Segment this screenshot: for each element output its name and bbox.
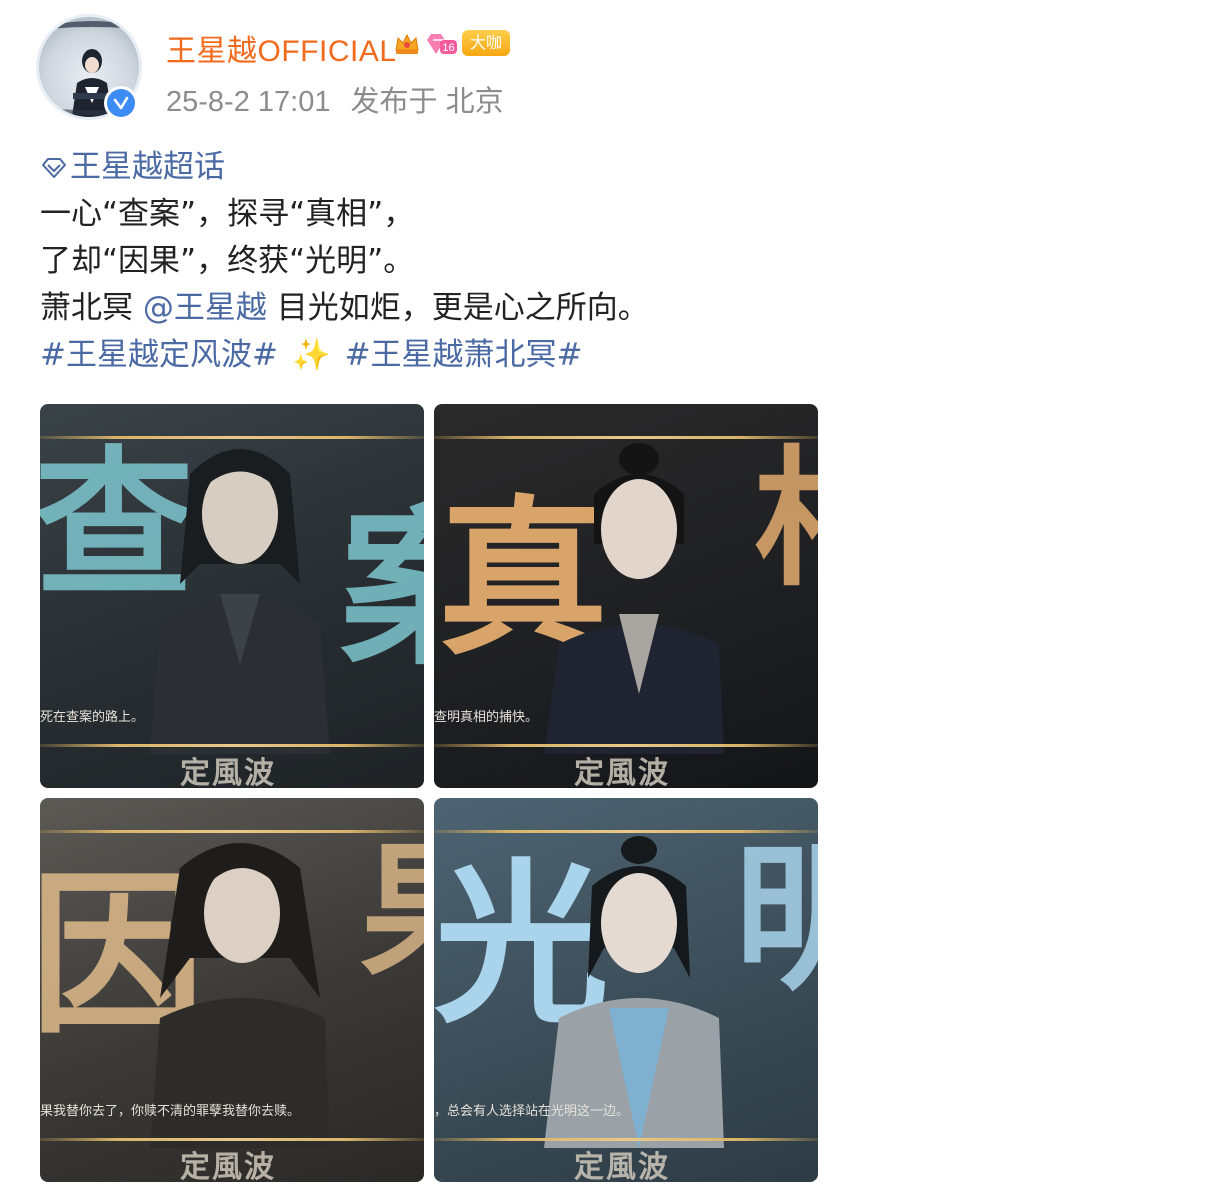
post-timestamp: 25-8-2 17:01: [166, 86, 331, 118]
post-image-4[interactable]: 光 明 ，总会有人选择站在光明这一边。 定風波: [434, 798, 818, 1182]
author-badges: 16 大咖: [392, 28, 511, 58]
text-line-2: 了却“因果”，终获“光明”。: [40, 243, 415, 279]
image-big-char: 相: [754, 444, 818, 594]
image-big-char: 明: [734, 824, 818, 1012]
post-location: 发布于 北京: [350, 86, 504, 118]
post-image-3[interactable]: 因 果 果我替你去了，你赎不清的罪孽我替你去赎。 定風波: [40, 798, 424, 1182]
hashtag-link-1[interactable]: #王星越定风波#: [40, 337, 278, 373]
image-big-char: 案: [340, 504, 424, 674]
verified-icon: [104, 86, 138, 120]
image-frame-line: [434, 1138, 818, 1141]
topic-label: 王星越超话: [70, 149, 225, 185]
drama-logo: 定風波: [574, 756, 670, 788]
avatar-arc-decoration: [47, 21, 137, 41]
hashtag-line: #王星越定风波# ✨ #王星越萧北冥#: [40, 332, 649, 379]
image-frame-line: [434, 744, 818, 747]
crown-icon[interactable]: [392, 28, 422, 58]
level-badge-icon[interactable]: 16: [426, 28, 458, 58]
person-silhouette: [544, 443, 724, 754]
post-image-2[interactable]: 真 相 查明真相的捕快。 定風波: [434, 404, 818, 788]
post-meta: 25-8-2 17:01 发布于 北京: [166, 78, 504, 120]
drama-logo: 定風波: [574, 1150, 670, 1182]
author-name[interactable]: 王星越OFFICIAL: [166, 26, 397, 70]
image-big-char: 果: [360, 838, 424, 988]
drama-logo: 定風波: [180, 1150, 276, 1182]
image-caption: 果我替你去了，你赎不清的罪孽我替你去赎。: [40, 1104, 301, 1119]
image-frame-line: [40, 1138, 424, 1141]
topic-line: 王星越超话: [40, 144, 649, 191]
text-line-3-prefix: 萧北冥: [40, 290, 133, 326]
image-frame-line: [40, 744, 424, 747]
sparkles-icon: ✨: [291, 337, 331, 373]
text-line-1: 一心“查案”，探寻“真相”，: [40, 196, 415, 232]
text-line-3-suffix: 目光如炬，更是心之所向。: [276, 290, 649, 326]
hashtag-link-2[interactable]: #王星越萧北冥#: [345, 337, 583, 373]
image-caption: 死在查案的路上。: [40, 710, 145, 725]
image-caption: ，总会有人选择站在光明这一边。: [434, 1104, 630, 1119]
mention-link[interactable]: @王星越: [143, 290, 267, 326]
post-image-1[interactable]: 查 案 死在查案的路上。 定風波: [40, 404, 424, 788]
person-silhouette: [150, 449, 330, 754]
text-line-3: 萧北冥 @王星越 目光如炬，更是心之所向。: [40, 285, 649, 332]
weibo-post: 王星越OFFICIAL 16 大咖 25-8-2 17:01 发布于 北京 王星…: [0, 0, 1229, 1202]
level-badge-text: 16: [442, 42, 454, 54]
image-caption: 查明真相的捕快。: [434, 710, 539, 725]
vip-badge[interactable]: 大咖: [462, 30, 511, 56]
post-content: 王星越超话 一心“查案”，探寻“真相”， 了却“因果”，终获“光明”。 萧北冥 …: [40, 144, 649, 379]
diamond-icon: [42, 158, 66, 178]
drama-logo: 定風波: [180, 756, 276, 788]
topic-link[interactable]: 王星越超话: [40, 149, 225, 185]
